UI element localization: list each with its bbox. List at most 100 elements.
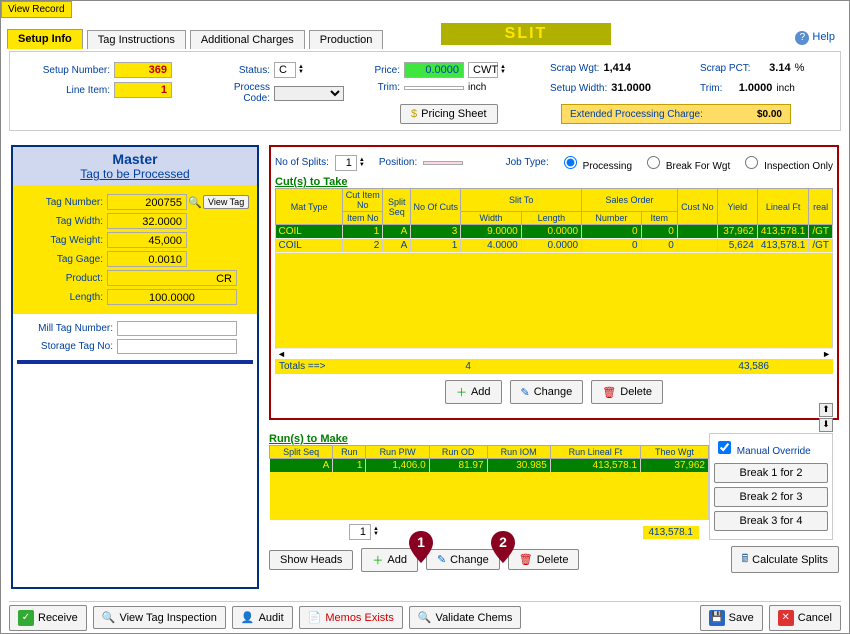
runs-total: 413,578.1 <box>643 526 700 539</box>
break-2-3-button[interactable]: Break 2 for 3 <box>714 487 828 507</box>
break-3-4-button[interactable]: Break 3 for 4 <box>714 511 828 531</box>
view-tag-inspection-button[interactable]: 🔍View Tag Inspection <box>93 606 226 629</box>
mill-tag-label: Mill Tag Number: <box>17 323 117 334</box>
position-label: Position: <box>379 157 417 168</box>
line-item[interactable]: 1 <box>114 82 172 98</box>
help-label: Help <box>812 31 835 43</box>
status-select[interactable]: C▲▼ <box>274 62 304 78</box>
jobtype-inspection[interactable]: Inspection Only <box>740 153 833 172</box>
length-label: Length: <box>17 292 107 303</box>
cancel-button[interactable]: ✕Cancel <box>769 605 841 631</box>
cuts-add-button[interactable]: ＋Add <box>445 380 502 404</box>
tab-setup-info[interactable]: Setup Info <box>7 29 83 49</box>
jobtype-break[interactable]: Break For Wgt <box>642 153 730 172</box>
move-up-icon[interactable]: ⬆ <box>819 403 833 417</box>
trim-value[interactable] <box>404 86 464 90</box>
job-type-label: Job Type: <box>506 157 549 168</box>
audit-button[interactable]: 👤Audit <box>232 606 293 629</box>
setup-width: 31.0000 <box>611 82 661 94</box>
price-value[interactable]: 0.0000 <box>404 62 464 78</box>
totals-cuts: 4 <box>465 361 471 372</box>
view-tag-button[interactable]: View Tag <box>203 195 249 209</box>
tag-width[interactable]: 32.0000 <box>107 213 187 229</box>
ext-charge-label: Extended Processing Charge: <box>570 109 703 120</box>
tag-weight-label: Tag Weight: <box>17 235 107 246</box>
validate-chems-button[interactable]: 🔍Validate Chems <box>409 606 522 629</box>
trim2-label: Trim: <box>700 83 722 94</box>
process-code-label: Process Code: <box>210 82 270 104</box>
calculate-splits-button[interactable]: 🖩Calculate Splits <box>731 546 839 573</box>
tag-number-label: Tag Number: <box>17 197 107 208</box>
setup-width-label: Setup Width: <box>550 83 607 94</box>
position-value[interactable] <box>423 161 463 165</box>
tag-gage-label: Tag Gage: <box>17 254 107 265</box>
price-unit-select[interactable]: CWT▲▼ <box>468 62 506 78</box>
receive-button[interactable]: ✓Receive <box>9 605 87 631</box>
show-heads-button[interactable]: Show Heads <box>269 550 353 570</box>
master-panel: Master Tag to be Processed Tag Number: 2… <box>11 145 259 589</box>
memos-button[interactable]: 📄Memos Exists <box>299 606 403 629</box>
scrap-pct: 3.14 <box>755 62 791 74</box>
trim2-value: 1.0000 <box>726 82 772 94</box>
runs-section-title: Run(s) to Make <box>269 433 709 445</box>
totals-label: Totals ==> <box>279 361 325 372</box>
bottom-toolbar: ✓Receive 🔍View Tag Inspection 👤Audit 📄Me… <box>9 601 841 629</box>
scrap-wgt-label: Scrap Wgt: <box>550 63 599 74</box>
divider <box>17 360 253 364</box>
storage-tag-input[interactable] <box>117 339 237 354</box>
break-1-2-button[interactable]: Break 1 for 2 <box>714 463 828 483</box>
tab-additional-charges[interactable]: Additional Charges <box>190 30 305 49</box>
cuts-section-title: Cut(s) to Take <box>275 176 833 188</box>
tag-weight[interactable]: 45,000 <box>107 232 187 248</box>
line-item-label: Line Item: <box>30 85 110 96</box>
job-type-group: Job Type: Processing Break For Wgt Inspe… <box>506 153 833 172</box>
cuts-delete-button[interactable]: 🗑Delete <box>591 380 663 404</box>
process-code-select[interactable] <box>274 86 344 101</box>
scrap-pct-label: Scrap PCT: <box>700 63 751 74</box>
tabs: Setup Info Tag Instructions Additional C… <box>7 29 843 49</box>
manual-override-check[interactable]: Manual Override <box>714 438 828 457</box>
jobtype-processing[interactable]: Processing <box>559 153 632 172</box>
length[interactable]: 100.0000 <box>107 289 237 305</box>
setup-number-label: Setup Number: <box>30 65 110 76</box>
scrap-wgt: 1,414 <box>603 62 653 74</box>
status-label: Status: <box>210 65 270 76</box>
search-icon[interactable]: 🔍 <box>187 196 203 209</box>
tab-tag-instructions[interactable]: Tag Instructions <box>87 30 186 49</box>
master-header: Master Tag to be Processed <box>13 147 257 185</box>
svg-text:1: 1 <box>417 534 425 550</box>
table-row[interactable]: COIL2A14.00000.0000005,624413,578.1/GT <box>276 239 833 253</box>
window-title: View Record <box>1 1 72 18</box>
runs-spinner[interactable]: 1▲▼ <box>349 524 379 540</box>
table-row[interactable]: A11,406.081.9730.985413,578.137,962 <box>270 459 709 473</box>
master-subtitle: Tag to be Processed <box>13 167 257 181</box>
pricing-sheet-label: Pricing Sheet <box>421 108 486 120</box>
tab-production[interactable]: Production <box>309 30 384 49</box>
mill-tag-input[interactable] <box>117 321 237 336</box>
cuts-grid[interactable]: Mat Type Cut Item No Split Seq No Of Cut… <box>275 188 833 349</box>
product[interactable]: CR <box>107 270 237 286</box>
annotation-2: 2 <box>489 529 517 565</box>
trim-label: Trim: <box>360 82 400 93</box>
pct-symbol: % <box>795 62 805 74</box>
move-down-icon[interactable]: ⬇ <box>819 418 833 432</box>
save-button[interactable]: 💾Save <box>700 605 763 631</box>
help-link[interactable]: ?Help <box>795 31 835 45</box>
row-move-arrows[interactable]: ⬆⬇ <box>819 402 835 433</box>
trim-unit: inch <box>468 82 486 93</box>
cuts-change-button[interactable]: ✎Change <box>510 380 584 404</box>
runs-delete-button[interactable]: 🗑Delete <box>508 549 580 570</box>
runs-panel: Run(s) to Make Split SeqRunRun PIWRun OD… <box>269 433 839 589</box>
table-row[interactable]: COIL1A39.00000.00000037,962413,578.1/GT <box>276 225 833 239</box>
cuts-panel: No of Splits: 1▲▼ Position: Job Type: Pr… <box>269 145 839 420</box>
totals-yield: 43,586 <box>738 361 769 372</box>
price-label: Price: <box>360 65 400 76</box>
trim2-unit: inch <box>776 83 794 94</box>
runs-grid[interactable]: Split SeqRunRun PIWRun ODRun IOMRun Line… <box>269 445 709 520</box>
splits-spinner[interactable]: 1▲▼ <box>335 155 365 171</box>
tag-number[interactable]: 200755 <box>107 194 187 210</box>
tag-gage[interactable]: 0.0010 <box>107 251 187 267</box>
pricing-sheet-button[interactable]: $Pricing Sheet <box>400 104 498 124</box>
splits-label: No of Splits: <box>275 157 329 168</box>
setup-number[interactable]: 369 <box>114 62 172 78</box>
